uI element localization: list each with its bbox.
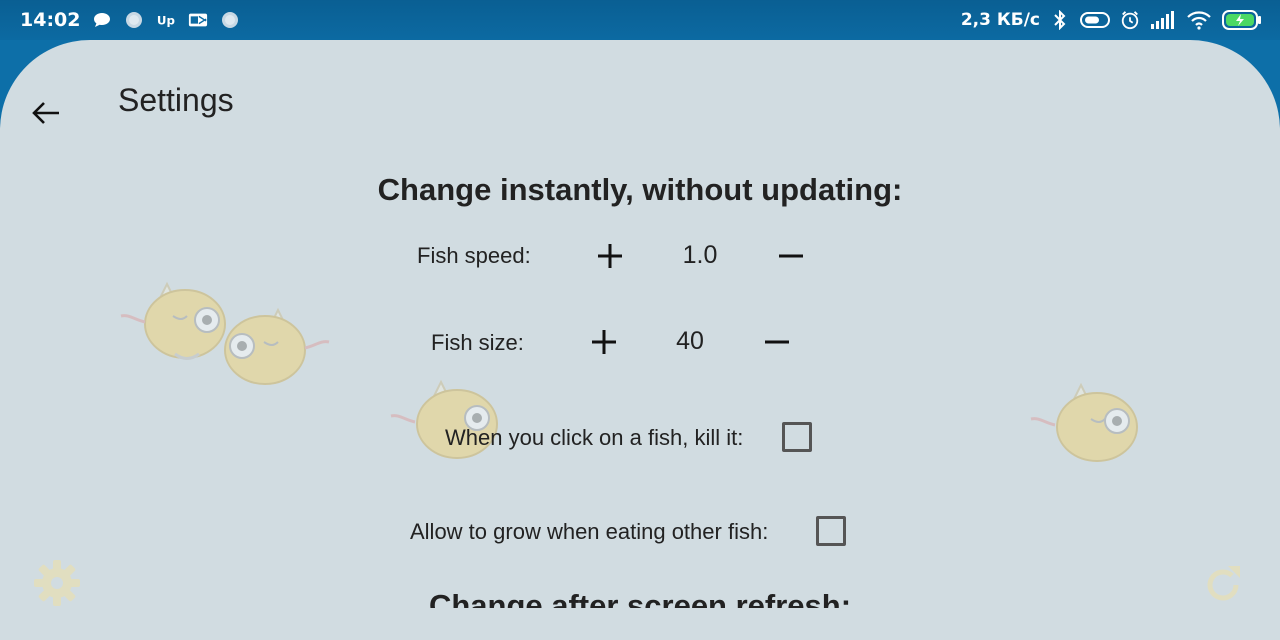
fish-size-increase-button[interactable]: [586, 324, 622, 360]
page-title: Settings: [118, 82, 234, 118]
up-app-icon: Up: [156, 10, 176, 30]
fish-size-decrease-button[interactable]: [759, 324, 795, 360]
notification-icon: [220, 10, 240, 30]
svg-text:Up: Up: [157, 14, 175, 28]
outlook-icon: [188, 10, 208, 30]
status-time: 14:02: [20, 9, 81, 31]
settings-sheet: Settings Change instantly, without updat…: [0, 40, 1280, 640]
fish-speed-label: Fish speed:: [417, 243, 531, 268]
refresh-section-title: Change after screen refresh:: [428, 588, 852, 608]
net-speed: 2,3 КБ/с: [960, 10, 1040, 30]
gear-icon: [34, 560, 80, 606]
kill-on-click-checkbox[interactable]: [782, 422, 812, 452]
fish-decoration-icon: [224, 307, 330, 385]
settings-fab[interactable]: [32, 558, 82, 613]
fish-size-value: 40: [676, 327, 704, 355]
fish-size-label: Fish size:: [431, 330, 524, 355]
refresh-section-title-clip: Change after screen refresh:: [0, 588, 1280, 608]
fish-decoration-icon: [1030, 382, 1138, 462]
battery-icon: [1222, 9, 1262, 31]
plus-icon: [598, 244, 622, 268]
notification-icon: [124, 10, 144, 30]
refresh-fab[interactable]: [1200, 562, 1246, 613]
refresh-icon: [1207, 566, 1240, 601]
fish-speed-increase-button[interactable]: [592, 238, 628, 274]
toggle-icon: [1080, 10, 1110, 30]
fish-speed-value: 1.0: [682, 241, 718, 269]
fish-decoration-icon: [390, 379, 498, 459]
grow-on-eat-label: Allow to grow when eating other fish:: [410, 519, 769, 544]
alarm-icon: [1120, 10, 1140, 30]
arrow-left-icon: [32, 102, 59, 124]
kill-on-click-label: When you click on a fish, kill it:: [445, 425, 744, 450]
bluetooth-icon: [1050, 10, 1070, 30]
status-bar: 14:02 Up 2,3 КБ/с: [0, 0, 1280, 40]
wifi-icon: [1186, 10, 1212, 30]
fish-speed-decrease-button[interactable]: [773, 238, 809, 274]
plus-icon: [592, 330, 616, 354]
instant-section-title: Change instantly, without updating:: [377, 172, 903, 207]
minus-icon: [765, 340, 789, 344]
message-icon: [92, 10, 112, 30]
back-button[interactable]: [28, 95, 64, 131]
grow-on-eat-checkbox[interactable]: [816, 516, 846, 546]
signal-icon: [1150, 10, 1176, 30]
minus-icon: [779, 254, 803, 258]
